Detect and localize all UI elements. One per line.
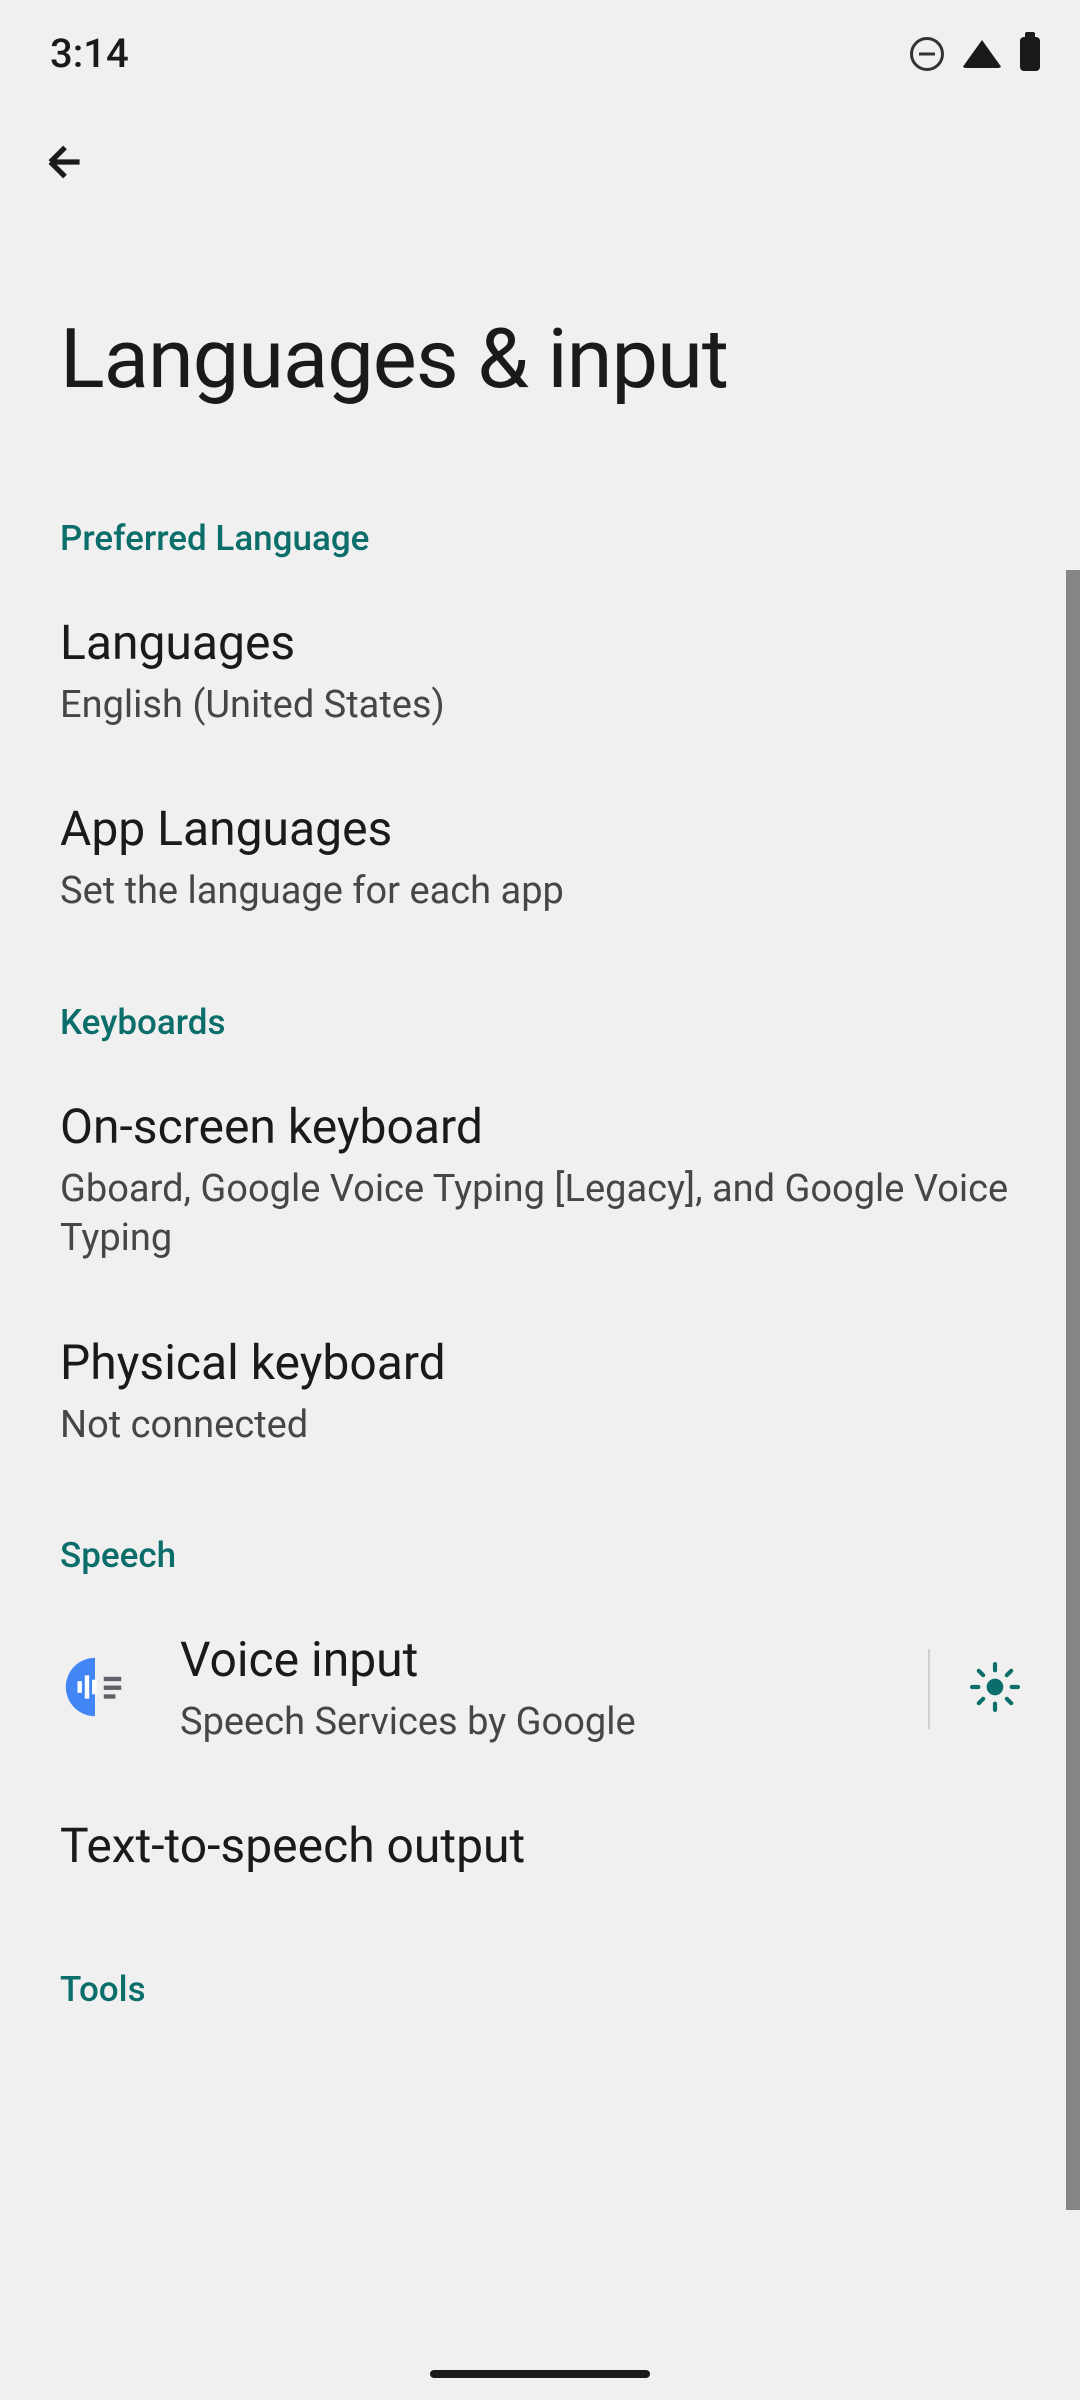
setting-onscreen-keyboard[interactable]: On-screen keyboard Gboard, Google Voice … — [0, 1063, 1080, 1299]
section-keyboards: Keyboards — [0, 952, 1080, 1063]
voice-input-icon — [60, 1652, 130, 1722]
divider — [928, 1649, 930, 1729]
status-icons — [910, 37, 1040, 71]
voice-input-icon-container — [60, 1652, 130, 1726]
setting-app-languages[interactable]: App Languages Set the language for each … — [0, 765, 1080, 951]
voice-input-subtitle: Speech Services by Google — [180, 1698, 888, 1747]
setting-voice-input-row: Voice input Speech Services by Google — [0, 1596, 1080, 1782]
voice-input-settings-button[interactable] — [970, 1662, 1020, 1716]
status-bar: 3:14 — [0, 0, 1080, 97]
setting-onscreen-title: On-screen keyboard — [60, 1098, 1020, 1155]
battery-icon — [1020, 37, 1040, 71]
setting-app-languages-title: App Languages — [60, 800, 1020, 857]
setting-physical-keyboard[interactable]: Physical keyboard Not connected — [0, 1299, 1080, 1485]
section-tools: Tools — [0, 1919, 1080, 2030]
section-speech: Speech — [0, 1485, 1080, 1596]
gear-icon — [970, 1662, 1020, 1712]
back-arrow-icon — [40, 137, 90, 187]
voice-input-title: Voice input — [180, 1631, 888, 1688]
section-preferred-language: Preferred Language — [0, 488, 1080, 579]
setting-onscreen-subtitle: Gboard, Google Voice Typing [Legacy], an… — [60, 1165, 1020, 1264]
setting-physical-subtitle: Not connected — [60, 1401, 1020, 1450]
tts-output-title: Text-to-speech output — [60, 1817, 1020, 1874]
status-time: 3:14 — [50, 30, 129, 77]
dnd-icon — [910, 37, 944, 71]
page-title: Languages & input — [0, 211, 1080, 488]
scrollbar-indicator[interactable] — [1066, 570, 1080, 2210]
setting-physical-title: Physical keyboard — [60, 1334, 1020, 1391]
setting-tts-output[interactable]: Text-to-speech output — [0, 1782, 1080, 1919]
setting-languages-title: Languages — [60, 614, 1020, 671]
setting-app-languages-subtitle: Set the language for each app — [60, 867, 1020, 916]
wifi-icon — [962, 40, 1002, 68]
nav-indicator[interactable] — [430, 2370, 650, 2378]
setting-voice-input[interactable]: Voice input Speech Services by Google — [180, 1631, 888, 1747]
setting-languages[interactable]: Languages English (United States) — [0, 579, 1080, 765]
back-button[interactable] — [0, 97, 1080, 211]
setting-languages-subtitle: English (United States) — [60, 681, 1020, 730]
